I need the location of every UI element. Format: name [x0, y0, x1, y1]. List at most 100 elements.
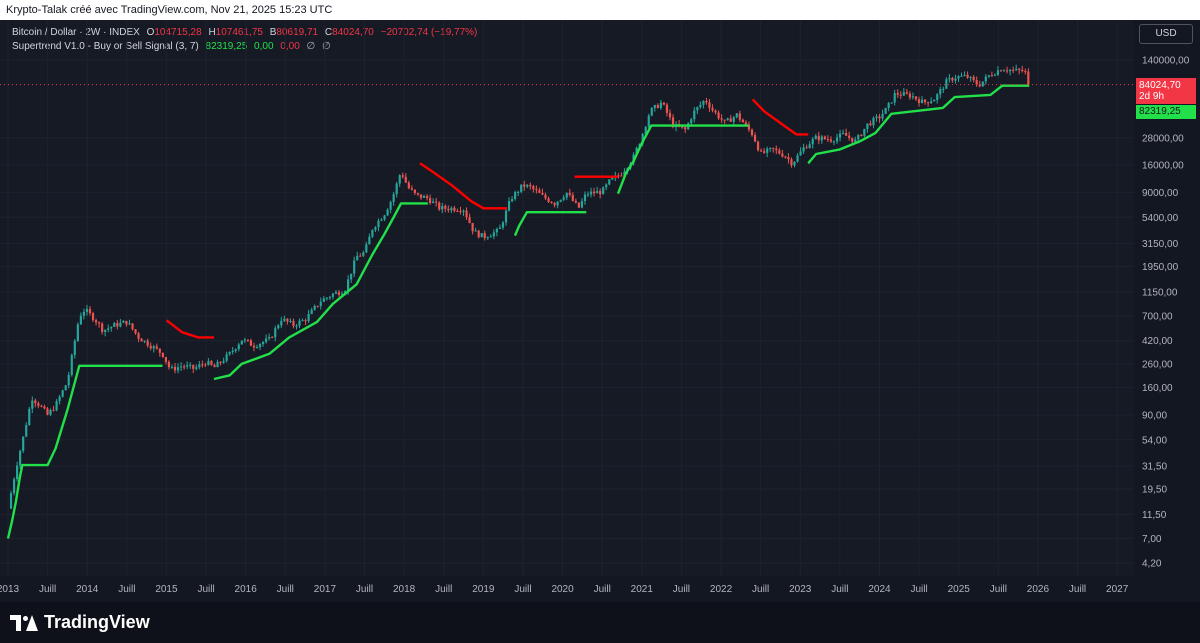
candle-body: [544, 194, 547, 199]
candle-body: [951, 77, 954, 81]
x-tick-label: Juill: [831, 584, 848, 595]
candle-body: [802, 147, 805, 152]
x-tick-label: 2013: [0, 584, 20, 595]
candle-body: [456, 210, 459, 212]
candle-body: [295, 325, 298, 327]
candle-body: [356, 255, 359, 261]
candle-body: [94, 320, 98, 323]
candle-body: [489, 236, 492, 238]
candle-body: [216, 361, 219, 368]
x-tick-label: 2026: [1027, 584, 1050, 595]
candle-body: [207, 360, 210, 366]
candle-body: [936, 94, 939, 101]
y-tick-label: 1950,00: [1142, 262, 1179, 273]
candle-body: [766, 148, 769, 153]
candle-body: [98, 322, 101, 324]
candle-body: [453, 207, 456, 211]
supertrend-price-value: 82319,25: [1139, 105, 1181, 117]
candle-body: [817, 135, 820, 141]
candle-body: [107, 328, 110, 330]
candle-body: [823, 136, 826, 139]
x-tick-label: Juill: [1069, 584, 1086, 595]
candle-body: [271, 337, 274, 339]
candle-body: [796, 155, 799, 162]
supertrend-up-line: [513, 211, 587, 237]
candle-body: [225, 354, 228, 361]
candle-body: [939, 89, 942, 95]
y-tick-label: 54,00: [1142, 435, 1167, 446]
candle-body: [787, 157, 790, 160]
y-tick-label: 16000,00: [1142, 160, 1184, 171]
candle-body: [82, 311, 86, 316]
candle-body: [122, 320, 125, 323]
candle-body: [85, 308, 89, 312]
y-tick-label: 19,50: [1142, 485, 1167, 496]
candle-body: [538, 190, 541, 193]
candle-body: [40, 405, 43, 407]
candle-body: [380, 219, 383, 221]
candle-body: [553, 203, 556, 206]
candle-body: [711, 107, 714, 111]
candle-body: [88, 308, 92, 314]
candle-body: [565, 192, 568, 198]
candle-body: [113, 323, 116, 327]
y-tick-label: 90,00: [1142, 411, 1167, 422]
candle-body: [280, 320, 283, 326]
candle-body: [568, 192, 571, 195]
candle-body: [55, 401, 58, 411]
candle-body: [368, 236, 371, 245]
candle-body: [963, 74, 966, 76]
candle-body: [605, 184, 608, 188]
currency-button[interactable]: USD: [1139, 24, 1193, 44]
candle-body: [981, 81, 984, 87]
candle-body: [708, 102, 711, 108]
candle-body: [91, 313, 95, 321]
candle-body: [252, 345, 256, 348]
candle-body: [486, 237, 489, 239]
tradingview-logo[interactable]: TradingView: [10, 612, 150, 633]
candle-body: [116, 323, 119, 327]
candle-body: [517, 191, 520, 193]
candle-body: [841, 132, 845, 134]
candle-body: [301, 320, 304, 322]
candle-body: [140, 338, 143, 342]
candle-body: [237, 344, 240, 350]
candle-body: [535, 189, 538, 191]
candle-body: [292, 320, 295, 326]
candle-body: [653, 105, 656, 108]
candle-body: [425, 196, 429, 199]
candle-body: [562, 197, 565, 200]
candle-body: [620, 175, 623, 177]
candle-body: [999, 70, 1003, 72]
candle-body: [1012, 69, 1015, 71]
candle-body: [814, 135, 817, 140]
candle-body: [863, 128, 866, 136]
candle-body: [459, 211, 462, 213]
candle-body: [659, 102, 662, 108]
candle-body: [419, 194, 423, 198]
y-tick-label: 260,00: [1142, 359, 1173, 370]
candle-body: [173, 366, 177, 371]
candle-body: [213, 364, 216, 368]
candle-body: [975, 80, 978, 85]
candle-body: [705, 100, 708, 103]
candle-body: [717, 112, 720, 119]
candle-body: [498, 227, 502, 229]
price-chart[interactable]: 140000,00 28000,00 16000,00 9000,00 5400,00 3…: [0, 20, 1200, 602]
candle-body: [735, 113, 738, 118]
candle-body: [167, 361, 171, 368]
x-tick-label: Juill: [39, 584, 56, 595]
x-tick-label: 2017: [314, 584, 337, 595]
candle-body: [881, 113, 884, 119]
y-tick-label: 31,50: [1142, 461, 1167, 472]
candle-body: [1009, 69, 1012, 72]
candle-body: [392, 194, 395, 202]
candle-body: [532, 186, 535, 190]
candle-body: [826, 138, 830, 140]
y-tick-label: 4,20: [1142, 559, 1162, 570]
candle-body: [322, 298, 325, 302]
candle-body: [22, 436, 25, 451]
candle-body: [365, 244, 368, 253]
candle-body: [234, 349, 237, 351]
candle-body: [243, 339, 246, 341]
